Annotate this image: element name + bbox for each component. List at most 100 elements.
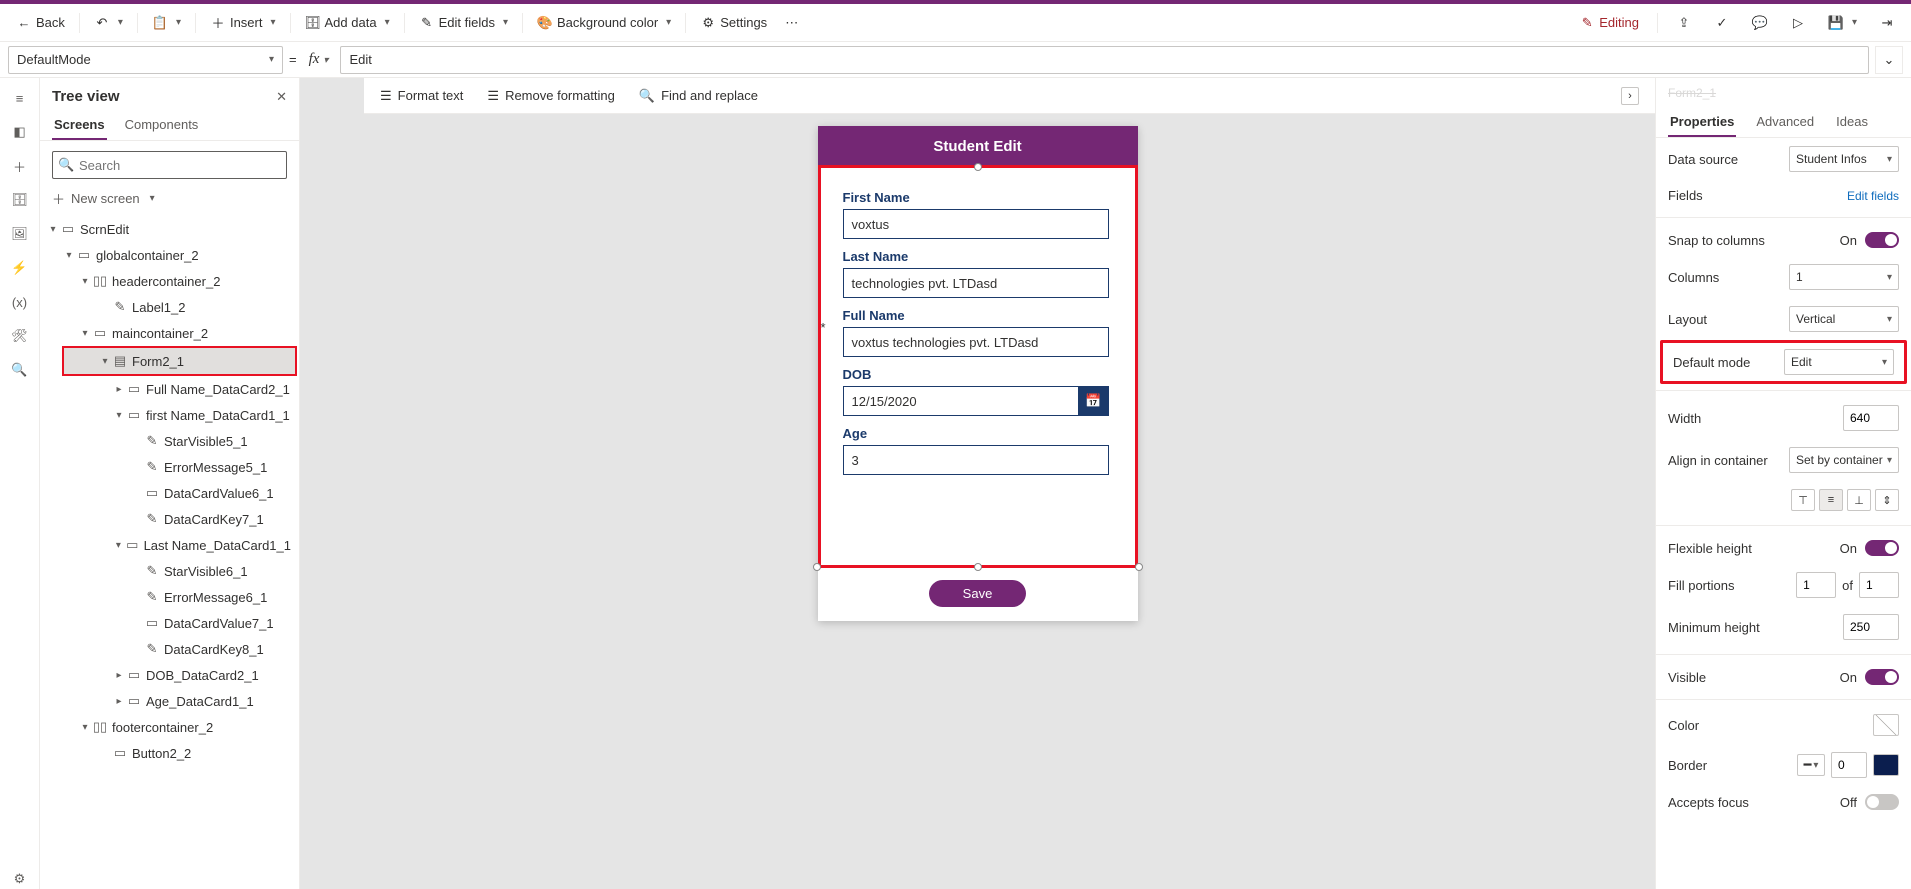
tab-components[interactable]: Components: [123, 111, 201, 140]
last-name-input[interactable]: technologies pvt. LTDasd: [843, 268, 1109, 298]
tree-node-age-card[interactable]: ▸ ▭ Age_DataCard1_1: [40, 688, 299, 714]
age-input[interactable]: 3: [843, 445, 1109, 475]
expand-formula-button[interactable]: ⌄: [1875, 46, 1903, 74]
back-button[interactable]: ← Back: [8, 11, 73, 35]
calendar-button[interactable]: 📅: [1079, 386, 1109, 416]
tree-node-form2[interactable]: ▾ ▤ Form2_1: [64, 348, 295, 374]
chevron-down-icon[interactable]: ▾: [78, 328, 92, 339]
tree-node-label1[interactable]: ✎ Label1_2: [40, 294, 299, 320]
selection-handle[interactable]: [974, 163, 982, 171]
snap-toggle[interactable]: [1865, 232, 1899, 248]
paste-button[interactable]: 📋▾: [144, 11, 189, 35]
chevron-down-icon[interactable]: ▾: [78, 276, 92, 287]
chevron-right-icon[interactable]: ▸: [112, 696, 126, 707]
border-style-dropdown[interactable]: ━▾: [1797, 754, 1825, 776]
first-name-input[interactable]: voxtus: [843, 209, 1109, 239]
align-bottom-button[interactable]: ⊥: [1847, 489, 1871, 511]
tree-node-firstname-card[interactable]: ▾ ▭ first Name_DataCard1_1: [40, 402, 299, 428]
visible-toggle[interactable]: [1865, 669, 1899, 685]
insert-rail-icon[interactable]: ＋: [10, 156, 30, 176]
chevron-down-icon[interactable]: ▾: [112, 410, 126, 421]
tree-node-starvisible5[interactable]: ✎ StarVisible5_1: [40, 428, 299, 454]
chevron-right-icon[interactable]: ▸: [112, 384, 126, 395]
tree-search-input[interactable]: [52, 151, 287, 179]
variables-rail-icon[interactable]: (x): [10, 292, 30, 312]
edit-fields-link[interactable]: Edit fields: [1847, 189, 1899, 203]
fx-icon[interactable]: fx▾: [303, 51, 335, 68]
tab-advanced[interactable]: Advanced: [1754, 108, 1816, 137]
flows-rail-icon[interactable]: ⚡: [10, 258, 30, 278]
fill-portions-input[interactable]: [1796, 572, 1836, 598]
tree-node-footercontainer[interactable]: ▾ ▯▯ footercontainer_2: [40, 714, 299, 740]
chevron-down-icon[interactable]: ▾: [62, 250, 76, 261]
edit-fields-button[interactable]: ✎ Edit fields ▾: [411, 11, 516, 35]
fill-portions-total-input[interactable]: [1859, 572, 1899, 598]
align-center-button[interactable]: ≡: [1819, 489, 1843, 511]
tree-node-datacardkey7[interactable]: ✎ DataCardKey7_1: [40, 506, 299, 532]
checker-button[interactable]: ✓: [1706, 11, 1738, 35]
preview-button[interactable]: ▷: [1782, 11, 1814, 35]
chevron-down-icon[interactable]: ▾: [78, 722, 92, 733]
tree-node-errormessage6[interactable]: ✎ ErrorMessage6_1: [40, 584, 299, 610]
full-name-input[interactable]: voxtus technologies pvt. LTDasd: [843, 327, 1109, 357]
chevron-down-icon[interactable]: ▾: [46, 224, 60, 235]
accepts-focus-toggle[interactable]: [1865, 794, 1899, 810]
tree-node-scrnedit[interactable]: ▾ ▭ ScrnEdit: [40, 216, 299, 242]
comments-button[interactable]: 💬: [1744, 11, 1776, 35]
settings-button[interactable]: ⚙ Settings: [692, 11, 775, 35]
color-swatch[interactable]: [1873, 714, 1899, 736]
tree-node-fullname-card[interactable]: ▸ ▭ Full Name_DataCard2_1: [40, 376, 299, 402]
tree-node-button2[interactable]: ▭ Button2_2: [40, 740, 299, 766]
save-app-button[interactable]: 💾▾: [1820, 11, 1865, 35]
advanced-rail-icon[interactable]: 🛠: [10, 326, 30, 346]
tree-node-datacardvalue7[interactable]: ▭ DataCardValue7_1: [40, 610, 299, 636]
tree-node-datacardkey8[interactable]: ✎ DataCardKey8_1: [40, 636, 299, 662]
more-button[interactable]: ⋯: [777, 11, 806, 35]
data-rail-icon[interactable]: 🗄: [10, 190, 30, 210]
flex-height-toggle[interactable]: [1865, 540, 1899, 556]
publish-button[interactable]: ⇥: [1871, 11, 1903, 35]
insert-button[interactable]: ＋ Insert ▾: [202, 11, 284, 35]
default-mode-dropdown[interactable]: Edit▾: [1784, 349, 1894, 375]
chevron-right-icon[interactable]: ▸: [112, 670, 126, 681]
width-input[interactable]: [1843, 405, 1899, 431]
tree-node-errormessage5[interactable]: ✎ ErrorMessage5_1: [40, 454, 299, 480]
share-button[interactable]: ⇪: [1668, 11, 1700, 35]
align-stretch-button[interactable]: ⇕: [1875, 489, 1899, 511]
chevron-down-icon[interactable]: ▾: [112, 540, 125, 551]
align-top-button[interactable]: ⊤: [1791, 489, 1815, 511]
min-height-input[interactable]: [1843, 614, 1899, 640]
data-source-dropdown[interactable]: Student Infos▾: [1789, 146, 1899, 172]
add-data-button[interactable]: 🗄 Add data ▾: [297, 11, 398, 35]
align-dropdown[interactable]: Set by container▾: [1789, 447, 1899, 473]
tree-node-starvisible6[interactable]: ✎ StarVisible6_1: [40, 558, 299, 584]
find-replace-button[interactable]: 🔍 Find and replace: [639, 88, 758, 104]
selection-handle[interactable]: [974, 563, 982, 571]
settings-rail-icon[interactable]: ⚙: [10, 869, 30, 889]
tree-scroll[interactable]: ▾ ▭ ScrnEdit ▾ ▭ globalcontainer_2 ▾ ▯▯ …: [40, 216, 299, 889]
form-selection[interactable]: First Name voxtus Last Name technologies…: [818, 165, 1138, 568]
media-rail-icon[interactable]: 🖼: [10, 224, 30, 244]
selection-handle[interactable]: [1135, 563, 1143, 571]
columns-dropdown[interactable]: 1▾: [1789, 264, 1899, 290]
format-text-button[interactable]: ☰ Format text: [380, 88, 463, 104]
layout-dropdown[interactable]: Vertical▾: [1789, 306, 1899, 332]
tree-node-lastname-card[interactable]: ▾ ▭ Last Name_DataCard1_1: [40, 532, 299, 558]
close-icon[interactable]: ✕: [276, 89, 287, 105]
selection-handle[interactable]: [813, 563, 821, 571]
property-dropdown[interactable]: DefaultMode ▾: [8, 46, 283, 74]
formula-input[interactable]: Edit: [340, 46, 1869, 74]
tree-view-icon[interactable]: ◧: [10, 122, 30, 142]
tree-node-globalcontainer[interactable]: ▾ ▭ globalcontainer_2: [40, 242, 299, 268]
save-button[interactable]: Save: [929, 580, 1027, 607]
border-width-input[interactable]: [1831, 752, 1867, 778]
canvas[interactable]: ☰ Format text ☰ Remove formatting 🔍 Find…: [300, 78, 1655, 889]
tree-node-dob-card[interactable]: ▸ ▭ DOB_DataCard2_1: [40, 662, 299, 688]
border-color-swatch[interactable]: [1873, 754, 1899, 776]
expand-canvas-toolbar-button[interactable]: ›: [1621, 87, 1639, 105]
editing-indicator[interactable]: ✎ Editing: [1571, 11, 1647, 35]
new-screen-button[interactable]: ＋ New screen ▾: [40, 185, 299, 216]
search-rail-icon[interactable]: 🔍: [10, 360, 30, 380]
remove-formatting-button[interactable]: ☰ Remove formatting: [487, 88, 614, 104]
tree-node-datacardvalue6[interactable]: ▭ DataCardValue6_1: [40, 480, 299, 506]
